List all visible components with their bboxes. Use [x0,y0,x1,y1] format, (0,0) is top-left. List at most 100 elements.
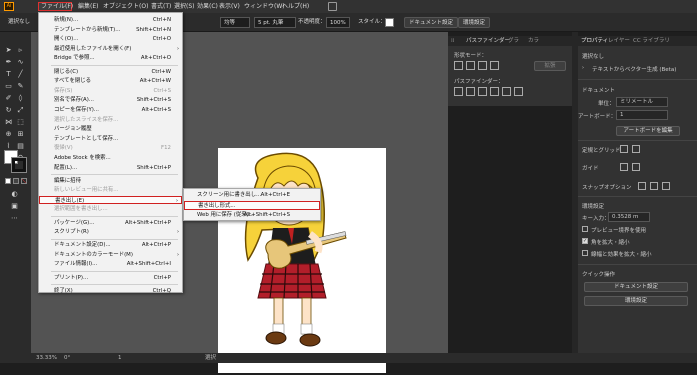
opacity-input[interactable]: 100% [326,17,350,28]
minus-back-icon[interactable] [514,87,523,96]
grid-icon[interactable] [632,145,640,153]
pen-tool-icon[interactable]: ✒ [4,58,13,67]
file-menu-item[interactable]: 別名で保存(A)... Shift+Ctrl+S [39,96,182,105]
file-menu-item[interactable]: バージョン履歴 [39,125,182,134]
file-menu-item[interactable]: ドキュメント設定(D)... Alt+Ctrl+P [39,241,182,250]
unit-select[interactable]: ミリメートル [616,97,668,107]
menu-help[interactable]: ヘルプ(H) [282,2,309,11]
selection-tool-icon[interactable]: ➤ [4,46,13,55]
guides-icon[interactable] [620,163,628,171]
export-submenu-item[interactable]: 書き出し形式... [184,201,320,210]
file-menu-item[interactable]: プリント(P)... Ctrl+P [39,274,182,283]
file-menu-item[interactable]: テンプレートから新規(T)... Shift+Ctrl+N [39,26,182,35]
snap-grid-icon[interactable] [650,182,658,190]
preview-bounds-checkbox[interactable] [582,226,588,232]
draw-mode-icon[interactable]: ◐ [10,190,19,199]
trim-icon[interactable] [466,87,475,96]
color-mode-icon[interactable] [5,178,11,184]
file-menu-item[interactable]: 書き出し(E) › [39,195,182,205]
edit-toolbar-icon[interactable]: ⋯ [10,214,19,223]
file-menu-item[interactable]: 終了(X) Ctrl+Q [39,287,182,296]
scale-tool-icon[interactable]: ⤢ [16,106,25,115]
scale-strokes-checkbox[interactable] [582,250,588,256]
type-tool-icon[interactable]: T [4,70,13,79]
tab-color[interactable]: カラ [528,36,539,46]
file-menu-item[interactable]: 配置(L)... Shift+Ctrl+P [39,164,182,173]
file-menu-item[interactable]: 編集に招待 [39,177,182,186]
tab-layers[interactable]: レイヤー [608,36,630,46]
menu-edit[interactable]: 編集(E) [78,2,98,11]
file-menu-item[interactable]: Bridge で参照... Alt+Ctrl+O [39,54,182,63]
file-menu-item[interactable]: 最近使用したファイルを開く(F) › [39,45,182,54]
unite-icon[interactable] [454,61,463,70]
file-menu-item[interactable]: パッケージ(G)... Alt+Shift+Ctrl+P [39,219,182,228]
vectorize-label[interactable]: テキストからベクター生成 (Beta) [592,65,676,73]
file-menu-item[interactable]: 開く(O)... Ctrl+O [39,35,182,44]
preferences-button[interactable]: 環境設定 [458,17,491,28]
rotation-value[interactable]: 0° [64,353,70,363]
scale-corners-checkbox[interactable]: ✓ [582,238,588,244]
file-menu-item[interactable]: コピーを保存(Y)... Alt+Ctrl+S [39,106,182,115]
screen-mode-icon[interactable]: ▣ [10,202,19,211]
stroke-swatch[interactable] [11,157,27,173]
free-transform-tool-icon[interactable]: ⬚ [16,118,25,127]
file-menu-item[interactable]: 新規(N)... Ctrl+N [39,16,182,25]
file-menu-item[interactable]: ドキュメントのカラーモード(M) › [39,251,182,260]
exclude-icon[interactable] [490,61,499,70]
menu-view[interactable]: 表示(V) [219,2,240,11]
snap-pixel-icon[interactable] [662,182,670,190]
minus-front-icon[interactable] [466,61,475,70]
lock-guides-icon[interactable] [632,163,640,171]
tab-properties[interactable]: プロパティ [581,36,608,46]
workspace-icon[interactable] [328,2,337,11]
none-mode-icon[interactable] [21,178,27,184]
line-tool-icon[interactable]: ╱ [16,70,25,79]
artboard-number[interactable]: 1 [118,353,122,363]
artboard-select[interactable]: 1 [616,110,668,120]
tab-gradient[interactable]: グラ [508,36,519,46]
curvature-tool-icon[interactable]: ∿ [16,58,25,67]
edit-artboard-button[interactable]: アートボードを編集 [616,126,680,136]
document-setup-button[interactable]: ドキュメント設定 [404,17,459,28]
expand-button[interactable]: 拡張 [534,61,566,71]
merge-icon[interactable] [478,87,487,96]
export-submenu-item[interactable]: スクリーン用に書き出し... Alt+Ctrl+E [184,191,320,200]
chevron-right-icon[interactable]: › [582,65,588,71]
export-submenu-item[interactable]: Web 用に保存 (従来)... Alt+Shift+Ctrl+S [184,211,320,220]
menu-file[interactable]: ファイル(F) [38,2,73,11]
shaper-tool-icon[interactable]: ✐ [4,94,13,103]
eraser-tool-icon[interactable]: ◊ [16,94,25,103]
menu-type[interactable]: 書式(T) [151,2,171,11]
menu-window[interactable]: ウィンドウ(W) [244,2,285,11]
paintbrush-tool-icon[interactable]: ✎ [16,82,25,91]
rotate-tool-icon[interactable]: ↻ [4,106,13,115]
file-menu-item[interactable]: テンプレートとして保存... [39,135,182,144]
file-menu-item[interactable]: 閉じる(C) Ctrl+W [39,68,182,77]
style-swatch[interactable] [385,18,394,27]
menu-effect[interactable]: 効果(C) [197,2,218,11]
brush-select[interactable]: 5 pt. 丸筆 [254,17,296,28]
divide-icon[interactable] [454,87,463,96]
stroke-style-select[interactable]: 均等 [220,17,250,28]
file-menu-item[interactable]: Adobe Stock を検索... [39,154,182,163]
menu-select[interactable]: 選択(S) [174,2,195,11]
file-menu-item[interactable]: スクリプト(R) › [39,228,182,237]
zoom-level[interactable]: 33.33% [36,353,57,363]
snap-point-icon[interactable] [638,182,646,190]
key-increment-input[interactable]: 0.3528 m [608,212,650,222]
quick-document-setup-button[interactable]: ドキュメント設定 [584,282,688,292]
perspective-tool-icon[interactable]: ⊞ [16,130,25,139]
menu-object[interactable]: オブジェクト(O) [103,2,148,11]
quick-preferences-button[interactable]: 環境設定 [584,296,688,306]
direct-selection-tool-icon[interactable]: ▹ [16,46,25,55]
ruler-icon[interactable] [620,145,628,153]
gradient-mode-icon[interactable] [13,178,19,184]
rectangle-tool-icon[interactable]: ▭ [4,82,13,91]
tab-pathfinder[interactable]: パスファインダー [466,36,510,46]
shape-builder-tool-icon[interactable]: ⊕ [4,130,13,139]
file-menu-item[interactable]: すべてを閉じる Alt+Ctrl+W [39,77,182,86]
width-tool-icon[interactable]: ⋈ [4,118,13,127]
artboard[interactable] [218,148,386,373]
intersect-icon[interactable] [478,61,487,70]
file-menu-item[interactable]: ファイル情報(I)... Alt+Shift+Ctrl+I [39,260,182,269]
